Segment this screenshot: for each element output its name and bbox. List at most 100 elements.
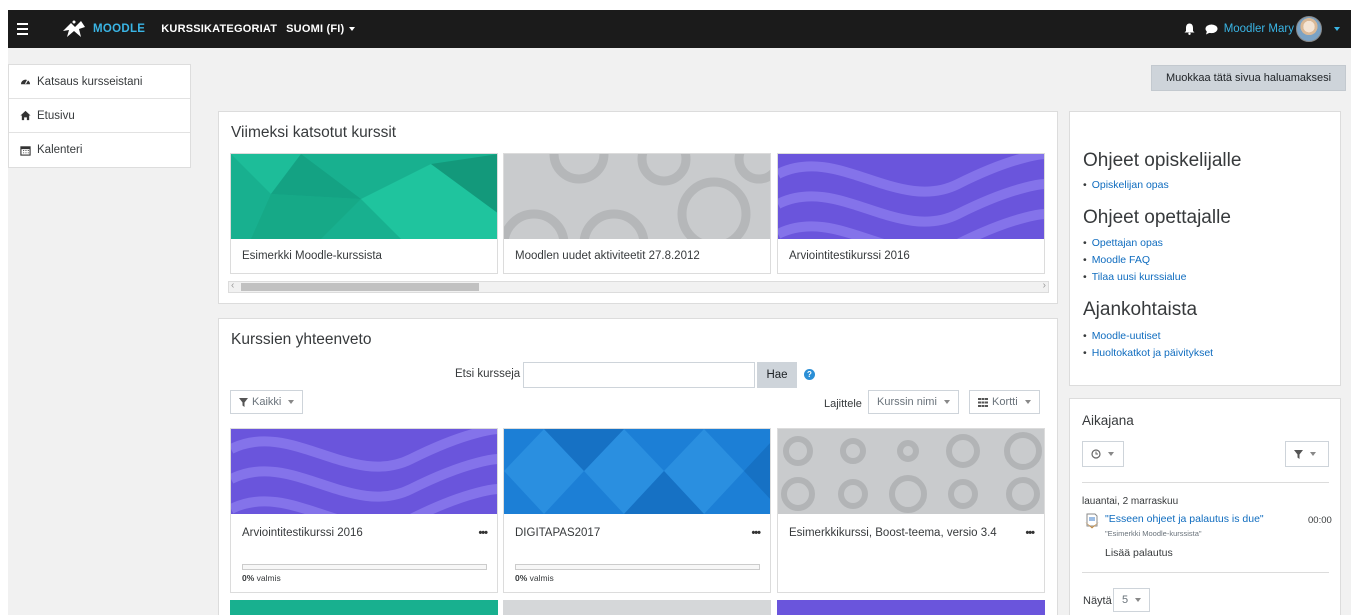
bullet: • xyxy=(1083,179,1087,191)
moodle-logo-icon xyxy=(63,20,85,37)
section-heading: Ohjeet opiskelijalle xyxy=(1083,150,1242,171)
sort-label: Lajittele xyxy=(824,398,862,410)
block-title: Kurssien yhteenveto xyxy=(231,331,372,348)
nav-course-categories[interactable]: KURSSIKATEGORIAT xyxy=(161,23,277,35)
chevron-down-icon xyxy=(943,400,950,404)
course-menu-dots-icon[interactable]: ••• xyxy=(478,527,488,539)
course-image xyxy=(778,429,1044,514)
recent-course-card[interactable]: Arviointitestikurssi 2016 xyxy=(777,153,1045,274)
timeline-event-time: 00:00 xyxy=(1308,515,1332,526)
recent-course-card[interactable]: Esimerkki Moodle-kurssista xyxy=(230,153,498,274)
view-dropdown[interactable]: Kortti xyxy=(969,390,1040,414)
chevron-down-icon xyxy=(1135,598,1142,602)
overview-course-card[interactable]: Arviointitestikurssi 2016 ••• 0% valmis xyxy=(230,428,498,593)
timeline-sort-dropdown[interactable] xyxy=(1082,441,1124,467)
scroll-left-icon[interactable]: ‹ xyxy=(231,280,234,291)
scroll-thumb[interactable] xyxy=(241,283,479,291)
scroll-right-icon[interactable]: › xyxy=(1043,280,1046,291)
sidebar-item-calendar[interactable]: Kalenteri xyxy=(9,133,190,167)
filter-icon xyxy=(239,397,248,407)
overview-course-card[interactable] xyxy=(230,600,498,615)
course-menu-dots-icon[interactable]: ••• xyxy=(1025,527,1035,539)
calendar-icon xyxy=(20,145,31,156)
clock-icon xyxy=(1091,449,1101,459)
customise-page-button[interactable]: Muokkaa tätä sivua haluamaksesi xyxy=(1151,65,1346,91)
help-link[interactable]: • Huoltokatkot ja päivitykset xyxy=(1083,347,1213,359)
sidebar-item-dashboard[interactable]: Katsaus kursseistani xyxy=(9,65,190,99)
page-size-dropdown[interactable]: 5 xyxy=(1113,588,1151,612)
link-label: Huoltokatkot ja päivitykset xyxy=(1091,347,1214,359)
divider xyxy=(1082,482,1329,483)
chat-icon[interactable] xyxy=(1205,24,1218,35)
chevron-down-icon xyxy=(288,400,295,404)
bullet: • xyxy=(1083,271,1087,283)
section-heading: Ajankohtaista xyxy=(1083,299,1198,320)
overview-course-card[interactable] xyxy=(503,600,771,615)
bullet: • xyxy=(1083,237,1087,249)
view-value: Kortti xyxy=(992,396,1018,408)
sidebar-item-home[interactable]: Etusivu xyxy=(9,99,190,133)
help-link[interactable]: • Moodle FAQ xyxy=(1083,254,1150,266)
dashboard-icon xyxy=(20,79,31,85)
bullet: • xyxy=(1083,347,1087,359)
chevron-down-icon xyxy=(1108,452,1114,456)
block-title: Aikajana xyxy=(1082,413,1134,428)
sort-dropdown[interactable]: Kurssin nimi xyxy=(868,390,959,414)
course-name[interactable]: DIGITAPAS2017 xyxy=(515,527,600,539)
top-navbar: MOODLE KURSSIKATEGORIAT SUOMI (FI) Moodl… xyxy=(8,10,1351,48)
course-image xyxy=(231,429,497,514)
overview-course-card[interactable]: DIGITAPAS2017 ••• 0% valmis xyxy=(503,428,771,593)
timeline-action-link[interactable]: Lisää palautus xyxy=(1105,547,1173,559)
course-name[interactable]: Esimerkki Moodle-kurssista xyxy=(242,250,382,262)
link-label: Opiskelijan opas xyxy=(1091,179,1169,191)
assignment-icon xyxy=(1085,513,1099,529)
sort-value: Kurssin nimi xyxy=(877,396,937,408)
recent-course-card[interactable]: Moodlen uudet aktiviteetit 27.8.2012 xyxy=(503,153,771,274)
logo-text: MOODLE xyxy=(93,23,146,35)
timeline-event-link[interactable]: "Esseen ohjeet ja palautus is due" xyxy=(1105,513,1264,525)
progress-text: 0% valmis xyxy=(515,573,554,583)
sidebar-item-label: Etusivu xyxy=(37,109,75,122)
timeline-filter-dropdown[interactable] xyxy=(1285,441,1329,467)
bullet: • xyxy=(1083,254,1087,266)
help-link[interactable]: • Moodle-uutiset xyxy=(1083,330,1161,342)
progress-pct: 0% xyxy=(515,573,528,583)
menu-toggle-icon[interactable] xyxy=(17,23,37,35)
filter-icon xyxy=(1294,449,1303,459)
bullet: • xyxy=(1083,330,1087,342)
overview-course-card[interactable]: Esimerkkikurssi, Boost-teema, versio 3.4… xyxy=(777,428,1045,593)
course-menu-dots-icon[interactable]: ••• xyxy=(751,527,761,539)
progress-text: 0% valmis xyxy=(242,573,281,583)
grid-icon xyxy=(978,397,988,407)
course-search-input[interactable] xyxy=(523,362,755,388)
link-label: Opettajan opas xyxy=(1091,237,1163,249)
horizontal-scrollbar[interactable]: ‹ › xyxy=(228,280,1049,293)
help-link[interactable]: • Tilaa uusi kurssialue xyxy=(1083,271,1186,283)
user-menu-chevron-icon[interactable] xyxy=(1334,27,1340,31)
link-label: Moodle-uutiset xyxy=(1091,330,1161,342)
progress-pct: 0% xyxy=(242,573,255,583)
site-logo[interactable]: MOODLE xyxy=(61,19,145,39)
course-name[interactable]: Esimerkkikurssi, Boost-teema, versio 3.4 xyxy=(789,527,997,539)
bell-icon[interactable] xyxy=(1184,23,1195,35)
filter-dropdown[interactable]: Kaikki xyxy=(230,390,304,414)
course-image xyxy=(231,154,497,239)
search-label: Etsi kursseja xyxy=(455,368,521,380)
nav-language[interactable]: SUOMI (FI) xyxy=(286,23,356,35)
progress-bar xyxy=(242,564,487,570)
sidebar-item-label: Kalenteri xyxy=(37,144,83,156)
timeline-date: lauantai, 2 marraskuu xyxy=(1082,496,1179,507)
overview-course-card[interactable] xyxy=(777,600,1045,615)
course-name[interactable]: Arviointitestikurssi 2016 xyxy=(789,250,910,262)
avatar[interactable] xyxy=(1296,16,1322,42)
section-heading: Ohjeet opettajalle xyxy=(1083,207,1231,228)
user-name[interactable]: Moodler Mary xyxy=(1224,23,1294,35)
user-area: Moodler Mary xyxy=(1184,10,1351,48)
search-button[interactable]: Hae xyxy=(757,362,797,388)
course-name[interactable]: Arviointitestikurssi 2016 xyxy=(242,527,363,539)
course-name[interactable]: Moodlen uudet aktiviteetit 27.8.2012 xyxy=(515,250,700,262)
course-image xyxy=(504,154,770,239)
help-link[interactable]: • Opettajan opas xyxy=(1083,237,1163,249)
help-icon[interactable]: ? xyxy=(804,369,815,380)
help-link[interactable]: • Opiskelijan opas xyxy=(1083,179,1169,191)
